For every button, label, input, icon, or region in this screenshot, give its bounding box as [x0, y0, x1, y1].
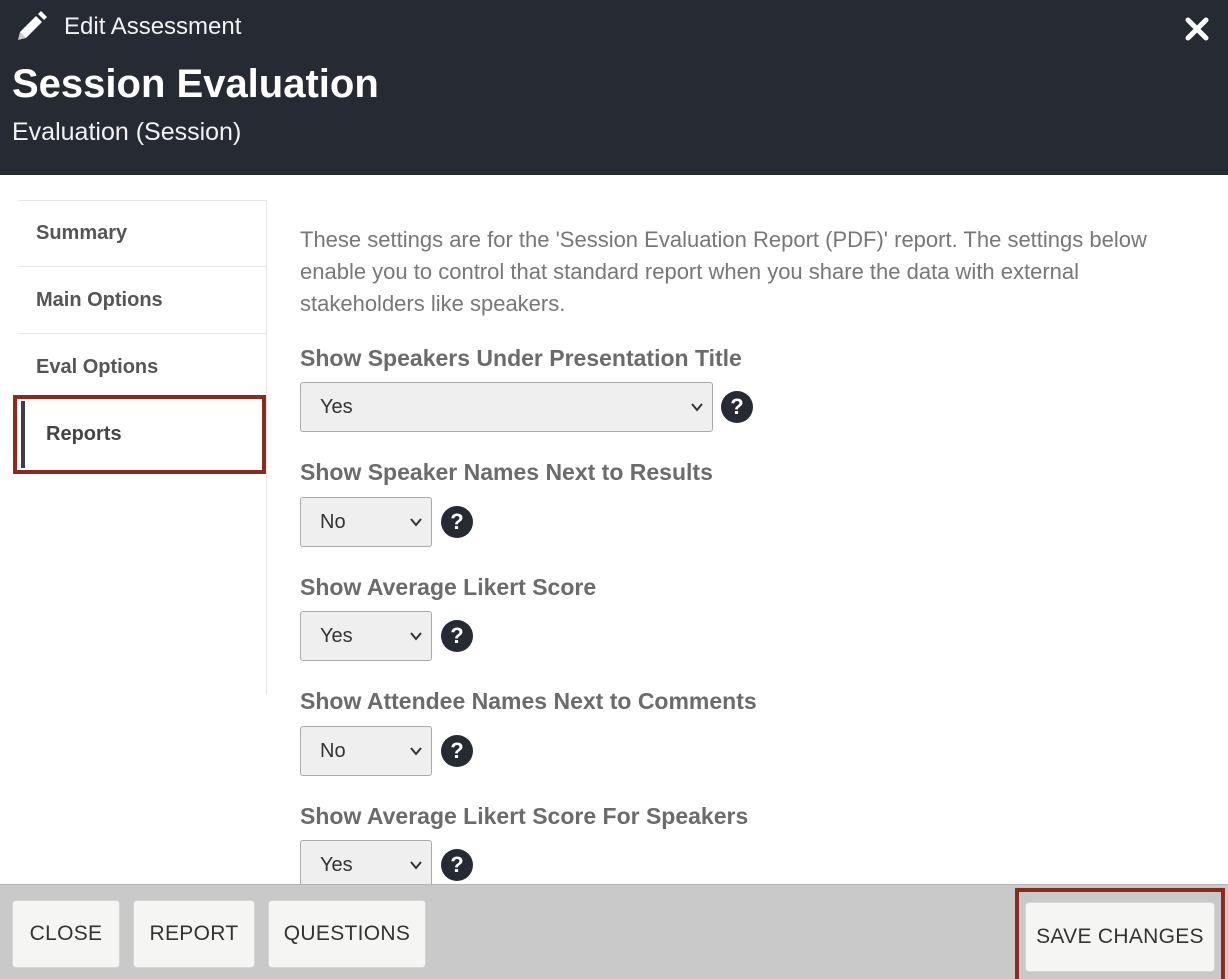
sidebar-item-label: Eval Options	[36, 355, 159, 378]
dialog-footer: CLOSE REPORT QUESTIONS SAVE CHANGES	[0, 884, 1228, 979]
chevron-down-icon	[410, 632, 422, 641]
sidebar-item-main-options[interactable]: Main Options	[19, 267, 266, 334]
reports-settings-panel: These settings are for the 'Session Eval…	[300, 224, 1180, 320]
sidebar-item-label: Summary	[36, 222, 128, 244]
field-label-speaker-names-results: Show Speaker Names Next to Results	[300, 459, 713, 485]
select-average-likert-speakers[interactable]: Yes	[300, 840, 432, 890]
questions-button[interactable]: QUESTIONS	[268, 900, 426, 968]
active-indicator	[21, 401, 25, 468]
edit-assessment-label: Edit Assessment	[64, 13, 242, 40]
help-icon[interactable]: ?	[441, 735, 473, 767]
sidebar-item-label: Reports	[46, 423, 122, 445]
chevron-down-icon	[410, 518, 422, 527]
select-value: Yes	[320, 624, 353, 647]
sidebar-item-reports[interactable]: Reports	[13, 395, 266, 474]
help-icon[interactable]: ?	[441, 849, 473, 881]
sidebar-item-label: Main Options	[36, 288, 163, 311]
field-label-speakers-under-title: Show Speakers Under Presentation Title	[300, 345, 742, 371]
chevron-down-icon	[691, 403, 703, 412]
dialog-header: Edit Assessment Session Evaluation Evalu…	[0, 0, 1228, 175]
select-speaker-names-results[interactable]: No	[300, 497, 432, 547]
pencil-icon	[18, 11, 47, 40]
field-label-attendee-names-comments: Show Attendee Names Next to Comments	[300, 688, 757, 714]
select-attendee-names-comments[interactable]: No	[300, 726, 432, 776]
close-button[interactable]: CLOSE	[12, 900, 120, 968]
page-subtitle: Evaluation (Session)	[12, 118, 242, 146]
select-value: No	[320, 510, 346, 533]
select-speakers-under-title[interactable]: Yes	[300, 382, 713, 432]
field-label-average-likert: Show Average Likert Score	[300, 574, 597, 600]
help-icon[interactable]: ?	[441, 506, 473, 538]
help-icon[interactable]: ?	[441, 620, 473, 652]
select-value: Yes	[320, 853, 353, 876]
close-icon[interactable]	[1182, 14, 1212, 44]
report-button[interactable]: REPORT	[133, 900, 255, 968]
field-label-average-likert-speakers: Show Average Likert Score For Speakers	[300, 803, 749, 829]
page-title: Session Evaluation	[12, 62, 379, 106]
chevron-down-icon	[410, 861, 422, 870]
sidebar-item-eval-options[interactable]: Eval Options	[19, 334, 266, 401]
select-average-likert[interactable]: Yes	[300, 611, 432, 661]
select-value: No	[320, 739, 346, 762]
edit-assessment-row: Edit Assessment	[14, 10, 241, 44]
sidebar-item-summary[interactable]: Summary	[19, 200, 266, 267]
select-value: Yes	[320, 395, 353, 418]
help-icon[interactable]: ?	[721, 391, 753, 423]
intro-text: These settings are for the 'Session Eval…	[300, 227, 1147, 316]
save-highlight: SAVE CHANGES	[1015, 888, 1225, 979]
chevron-down-icon	[410, 747, 422, 756]
save-changes-button[interactable]: SAVE CHANGES	[1025, 902, 1215, 972]
